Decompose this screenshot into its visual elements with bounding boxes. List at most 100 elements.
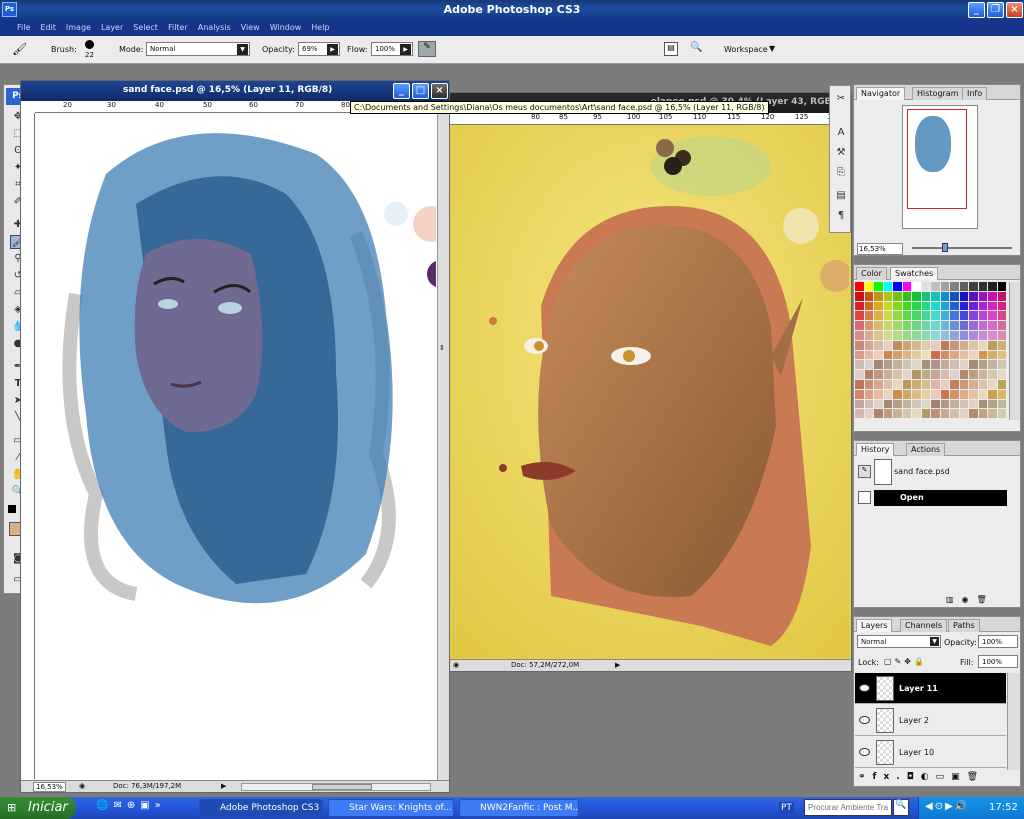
layer-name[interactable]: Layer 10 [899,748,934,757]
color-swatch[interactable] [931,370,940,379]
color-swatch[interactable] [874,321,883,330]
color-swatch[interactable] [855,389,864,399]
color-swatch[interactable] [893,360,902,370]
color-swatch[interactable] [950,331,959,340]
status-menu-icon[interactable]: ◉ [453,661,459,669]
color-swatch[interactable] [864,380,873,389]
color-swatch[interactable] [855,360,864,370]
color-swatch[interactable] [874,350,883,360]
eye-icon[interactable] [859,716,870,724]
color-swatch[interactable] [940,360,949,370]
color-swatch[interactable] [950,350,959,360]
color-swatch[interactable] [988,311,997,321]
opacity-field[interactable]: 69% ▶ [298,42,340,56]
color-swatch[interactable] [950,399,959,409]
color-swatch[interactable] [988,340,997,350]
desktop-search-input[interactable] [804,799,892,816]
vertical-scrollbar[interactable]: ⇕ [437,114,449,780]
task-photoshop[interactable]: Adobe Photoshop CS3 [199,799,323,817]
color-swatch[interactable] [883,301,892,311]
swatches-scrollbar[interactable] [1009,282,1020,420]
color-swatch[interactable] [978,340,987,350]
fill-field[interactable]: 100% [978,655,1018,668]
color-swatch[interactable] [978,301,987,311]
color-swatch[interactable] [883,399,892,409]
splitter-icon[interactable]: ⇕ [439,344,448,358]
color-swatch[interactable] [855,380,864,389]
color-swatch[interactable] [902,370,911,379]
color-swatch[interactable] [931,282,940,291]
color-swatch[interactable] [978,350,987,360]
color-swatch[interactable] [902,321,911,330]
color-swatch[interactable] [912,321,921,330]
color-swatch[interactable] [959,409,968,419]
color-swatch[interactable] [874,331,883,340]
color-swatch[interactable] [959,340,968,350]
color-swatch[interactable] [940,340,949,350]
color-swatch[interactable] [855,370,864,379]
color-swatch[interactable] [883,350,892,360]
eye-icon[interactable] [859,684,870,692]
color-swatch[interactable] [978,321,987,330]
color-swatch[interactable] [864,282,873,291]
color-swatch[interactable] [959,399,968,409]
clone-source-icon[interactable]: ⎘ [833,166,849,180]
color-swatch[interactable] [883,409,892,419]
color-swatch[interactable] [978,380,987,389]
color-swatch[interactable] [978,399,987,409]
color-swatch[interactable] [921,311,930,321]
color-swatch[interactable] [931,389,940,399]
color-swatch[interactable] [864,291,873,301]
color-swatch[interactable] [940,291,949,301]
color-swatch[interactable] [893,340,902,350]
color-swatch[interactable] [950,321,959,330]
scroll-thumb[interactable] [312,784,372,790]
color-swatch[interactable] [950,291,959,301]
color-swatch[interactable] [997,291,1006,301]
color-swatch[interactable] [931,409,940,419]
color-swatch[interactable] [874,360,883,370]
color-swatch[interactable] [997,340,1006,350]
document-window-elanee[interactable]: elanee.psd @ 30,4% (Layer 43, RGB/8) 80 … [448,92,852,672]
menu-image[interactable]: Image [61,20,96,35]
elf-portrait-canvas[interactable] [36,114,436,779]
color-swatch[interactable] [959,360,968,370]
color-swatch[interactable] [978,291,987,301]
color-swatch[interactable] [969,282,978,291]
color-swatch[interactable] [969,331,978,340]
menu-select[interactable]: Select [128,20,163,35]
brush-tool-icon[interactable]: 🖌 [12,42,32,58]
menu-edit[interactable]: Edit [35,20,61,35]
color-swatch[interactable] [969,380,978,389]
color-swatch[interactable] [864,340,873,350]
layer-row[interactable]: Layer 2 [855,705,1006,736]
color-swatch[interactable] [855,291,864,301]
menu-view[interactable]: View [236,20,265,35]
color-swatch[interactable] [940,409,949,419]
zoom-field[interactable]: 16,53% [33,782,66,792]
horizontal-scrollbar[interactable] [241,783,431,791]
color-swatch[interactable] [969,340,978,350]
color-swatch[interactable] [912,350,921,360]
history-footer-buttons[interactable]: ▥◉🗑 [946,595,995,604]
color-swatch[interactable] [855,399,864,409]
color-swatch[interactable] [969,360,978,370]
color-swatch[interactable] [902,340,911,350]
color-swatch[interactable] [921,350,930,360]
restore-icon[interactable]: ❐ [987,2,1004,18]
layer-comps-icon[interactable]: ▤ [833,189,849,203]
status-arrow-icon[interactable]: ▶ [615,661,620,669]
color-swatch[interactable] [950,311,959,321]
color-swatch[interactable] [912,409,921,419]
color-swatch[interactable] [950,340,959,350]
color-swatch[interactable] [921,301,930,311]
color-swatch[interactable] [902,311,911,321]
color-swatch[interactable] [855,301,864,311]
color-swatch[interactable] [940,350,949,360]
color-swatch[interactable] [902,409,911,419]
color-swatch[interactable] [893,311,902,321]
color-swatch[interactable] [902,360,911,370]
color-swatch[interactable] [893,399,902,409]
color-swatch[interactable] [931,301,940,311]
layers-scrollbar[interactable] [1007,673,1020,770]
